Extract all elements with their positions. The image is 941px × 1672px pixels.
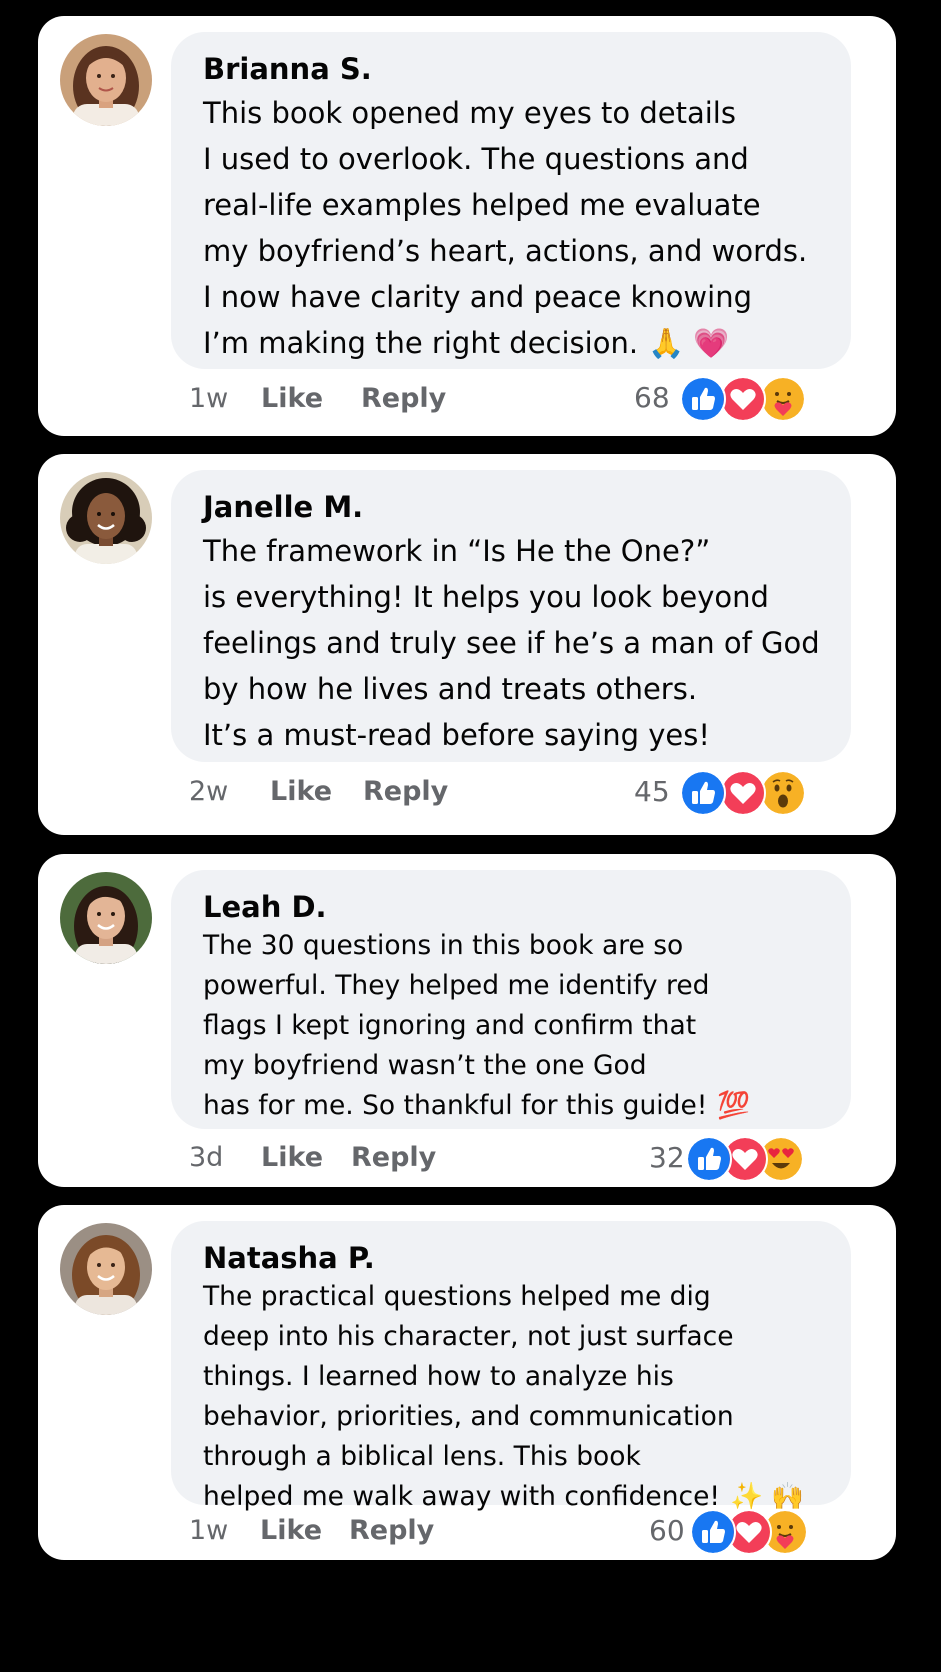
reply-button[interactable]: Reply [351, 1142, 436, 1173]
comment-card: Leah D. The 30 questions in this book ar… [38, 854, 896, 1187]
reply-button[interactable]: Reply [349, 1515, 434, 1546]
wow-icon [760, 770, 806, 816]
like-button[interactable]: Like [270, 776, 332, 807]
comment-card: Janelle M. The framework in “Is He the O… [38, 454, 896, 835]
timestamp[interactable]: 1w [189, 383, 228, 414]
avatar[interactable] [60, 872, 152, 964]
comment-line: The practical questions helped me dig [203, 1281, 711, 1312]
comment-line: It’s a must-read before saying yes! [203, 718, 710, 752]
comment-line: I used to overlook. The questions and [203, 142, 749, 176]
comment-text: The practical questions helped me dig de… [203, 1277, 804, 1517]
comment-bubble: Brianna S. This book opened my eyes to d… [171, 32, 851, 369]
reply-button[interactable]: Reply [363, 776, 448, 807]
comment-line-last: has for me. So thankful for this guide! 💯 [203, 1086, 750, 1126]
comment-line: flags I kept ignoring and confirm that [203, 1010, 697, 1041]
comment-line: feelings and truly see if he’s a man of … [203, 626, 820, 660]
comment-text: This book opened my eyes to details I us… [203, 90, 807, 366]
like-icon [686, 1136, 732, 1182]
comment-line: my boyfriend’s heart, actions, and words… [203, 234, 808, 268]
reaction-icons[interactable] [686, 1136, 806, 1182]
love-icon [720, 376, 766, 422]
comment-line: deep into his character, not just surfac… [203, 1321, 734, 1352]
trailing-emoji: ✨ 🙌 [730, 1481, 805, 1512]
like-icon [690, 1509, 736, 1555]
like-button[interactable]: Like [261, 1142, 323, 1173]
avatar[interactable] [60, 34, 152, 126]
love-icon [720, 770, 766, 816]
author-name[interactable]: Natasha P. [203, 1241, 375, 1275]
author-name[interactable]: Janelle M. [203, 490, 363, 524]
reaction-count[interactable]: 45 [634, 775, 670, 808]
like-button[interactable]: Like [261, 383, 323, 414]
like-button[interactable]: Like [260, 1515, 322, 1546]
avatar[interactable] [60, 1223, 152, 1315]
timestamp[interactable]: 3d [189, 1142, 223, 1173]
comment-line: real-life examples helped me evaluate [203, 188, 761, 222]
comment-text: The framework in “Is He the One?” is eve… [203, 528, 820, 758]
avatar[interactable] [60, 472, 152, 564]
comment-line: things. I learned how to analyze his [203, 1361, 674, 1392]
trailing-emoji: 💯 [717, 1090, 751, 1121]
comment-line: I’m making the right decision. [203, 326, 639, 360]
comment-line-last: I’m making the right decision. 🙏 💗 [203, 320, 807, 366]
author-name[interactable]: Brianna S. [203, 52, 372, 86]
like-icon [680, 376, 726, 422]
reaction-icons[interactable] [680, 770, 806, 816]
reaction-count[interactable]: 32 [649, 1141, 685, 1174]
reply-button[interactable]: Reply [361, 383, 446, 414]
comment-bubble: Janelle M. The framework in “Is He the O… [171, 470, 851, 762]
comment-bubble: Leah D. The 30 questions in this book ar… [171, 870, 851, 1129]
author-name[interactable]: Leah D. [203, 890, 327, 924]
comment-bubble: Natasha P. The practical questions helpe… [171, 1221, 851, 1512]
comment-line: powerful. They helped me identify red [203, 970, 710, 1001]
like-icon [680, 770, 726, 816]
comment-line: is everything! It helps you look beyond [203, 580, 769, 614]
comment-card: Brianna S. This book opened my eyes to d… [38, 16, 896, 436]
timestamp[interactable]: 1w [189, 1515, 228, 1546]
comment-card: Natasha P. The practical questions helpe… [38, 1205, 896, 1560]
reaction-icons[interactable] [680, 376, 806, 422]
comment-line: I now have clarity and peace knowing [203, 280, 752, 314]
comment-line: behavior, priorities, and communication [203, 1401, 734, 1432]
comment-line: helped me walk away with confidence! [203, 1481, 721, 1512]
comment-line: my boyfriend wasn’t the one God [203, 1050, 647, 1081]
reaction-icons[interactable] [690, 1509, 808, 1555]
comment-text: The 30 questions in this book are so pow… [203, 926, 750, 1126]
reaction-count[interactable]: 68 [634, 381, 670, 414]
trailing-emoji: 🙏 💗 [648, 326, 730, 360]
comment-line: by how he lives and treats others. [203, 672, 698, 706]
comment-line: The 30 questions in this book are so [203, 930, 684, 961]
comment-line: This book opened my eyes to details [203, 96, 736, 130]
comment-line: through a biblical lens. This book [203, 1441, 641, 1472]
comment-line: The framework in “Is He the One?” [203, 534, 711, 568]
timestamp[interactable]: 2w [189, 776, 228, 807]
care-icon [760, 376, 806, 422]
comment-line: has for me. So thankful for this guide! [203, 1090, 708, 1121]
reaction-count[interactable]: 60 [649, 1514, 685, 1547]
